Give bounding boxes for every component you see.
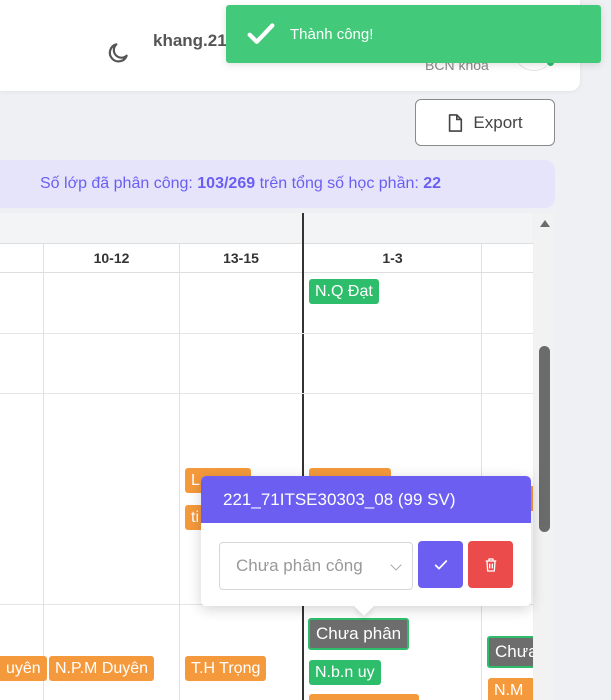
confirm-button[interactable] xyxy=(418,541,463,588)
lecturer-chip[interactable]: N.M xyxy=(488,678,533,700)
grid-line xyxy=(481,244,482,700)
unassigned-chip[interactable]: Chưa xyxy=(487,636,533,668)
lecturer-chip[interactable]: N.Q Đạt xyxy=(309,279,379,304)
total-value: 22 xyxy=(423,175,442,192)
export-label: Export xyxy=(473,112,523,132)
slot-header: 13-15 xyxy=(223,250,259,266)
lecturer-chip[interactable] xyxy=(309,694,419,700)
export-button[interactable]: Export xyxy=(415,99,555,146)
assigned-value: 103/269 xyxy=(197,175,256,192)
grid-line xyxy=(0,333,533,334)
assigned-label: Số lớp đã phân công: xyxy=(40,175,193,192)
total-label: trên tổng số học phần: xyxy=(259,175,419,192)
scrollbar-thumb[interactable] xyxy=(539,346,550,532)
delete-button[interactable] xyxy=(468,541,513,588)
assignment-popover: 221_71ITSE30303_08 (99 SV) Chưa phân côn… xyxy=(201,476,531,616)
day-divider xyxy=(302,213,304,700)
moon-icon[interactable] xyxy=(105,40,131,66)
check-icon xyxy=(247,23,275,44)
file-icon xyxy=(449,113,463,132)
assignment-summary: Số lớp đã phân công: 103/269 trên tổng s… xyxy=(0,160,555,208)
popover-body: Chưa phân công xyxy=(201,523,531,616)
select-placeholder: Chưa phân công xyxy=(236,556,363,575)
toast-message: Thành công! xyxy=(290,25,374,43)
day-header-row xyxy=(0,213,533,244)
chevron-down-icon xyxy=(390,559,402,571)
slot-header: 10-12 xyxy=(93,250,130,266)
grid-line xyxy=(179,244,180,700)
unassigned-chip[interactable]: Chưa phân xyxy=(308,618,410,650)
slot-header-row: 10-12 13-15 1-3 xyxy=(0,244,533,273)
lecturer-chip[interactable]: N.b.n uy xyxy=(309,660,381,685)
grid-line xyxy=(43,244,44,700)
grid-line xyxy=(0,393,533,394)
slot-header: 1-3 xyxy=(382,250,403,266)
lecturer-select[interactable]: Chưa phân công xyxy=(219,542,413,590)
lecturer-chip[interactable]: T.H Trọng xyxy=(185,656,267,681)
check-icon xyxy=(434,559,447,570)
trash-icon xyxy=(485,557,496,572)
lecturer-chip[interactable]: uyên xyxy=(0,656,47,681)
success-toast[interactable]: Thành công! xyxy=(226,5,601,63)
popover-title: 221_71ITSE30303_08 (99 SV) xyxy=(201,476,531,523)
schedule-grid: 10-12 13-15 1-3 N.Q Đạt L ti Chưa phân N… xyxy=(0,213,533,700)
scroll-up-arrow-icon[interactable] xyxy=(540,220,550,227)
lecturer-chip[interactable]: N.P.M Duyên xyxy=(49,656,155,681)
